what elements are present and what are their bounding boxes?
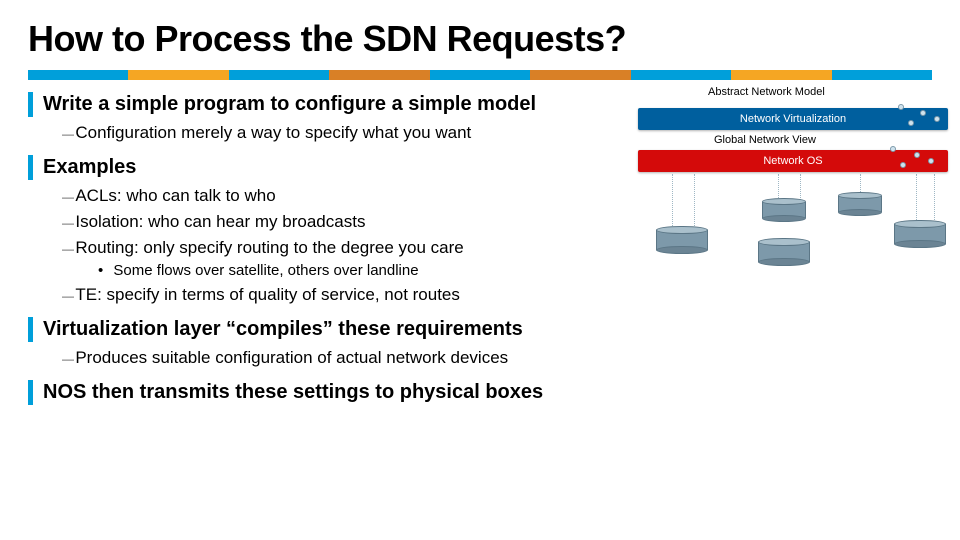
network-os-bar: Network OS bbox=[638, 150, 948, 172]
node-dot bbox=[928, 158, 934, 164]
node-dot bbox=[898, 104, 904, 110]
list-item: ACLs: who can talk to who bbox=[62, 186, 628, 206]
stripe-segment bbox=[229, 70, 329, 80]
section-heading: Examples bbox=[28, 155, 628, 180]
section-heading: Virtualization layer “compiles” these re… bbox=[28, 317, 628, 342]
network-os-label: Network OS bbox=[763, 155, 822, 167]
list-subitem: Some flows over satellite, others over l… bbox=[98, 262, 628, 279]
section-virtualization: Virtualization layer “compiles” these re… bbox=[28, 317, 628, 368]
network-device-icon bbox=[762, 198, 806, 222]
node-dot bbox=[908, 120, 914, 126]
list-item: TE: specify in terms of quality of servi… bbox=[62, 285, 628, 305]
list-item: Produces suitable configuration of actua… bbox=[62, 348, 628, 368]
section-write-program: Write a simple program to configure a si… bbox=[28, 92, 628, 143]
list-item: Configuration merely a way to specify wh… bbox=[62, 123, 628, 143]
node-dot bbox=[920, 110, 926, 116]
section-heading: Write a simple program to configure a si… bbox=[28, 92, 628, 117]
diagram-column: Abstract Network Model Network Virtualiz… bbox=[628, 92, 932, 417]
stripe-segment bbox=[329, 70, 429, 80]
section-nos: NOS then transmits these settings to phy… bbox=[28, 380, 628, 405]
network-device-icon bbox=[656, 226, 708, 254]
stripe-segment bbox=[28, 70, 128, 80]
text-column: Write a simple program to configure a si… bbox=[28, 92, 628, 417]
node-dot bbox=[914, 152, 920, 158]
connector-line bbox=[934, 174, 935, 222]
stripe-segment bbox=[128, 70, 228, 80]
section-heading: NOS then transmits these settings to phy… bbox=[28, 380, 628, 405]
stripe-segment bbox=[832, 70, 932, 80]
accent-stripe bbox=[28, 70, 932, 80]
connector-line bbox=[916, 174, 917, 222]
network-device-icon bbox=[838, 192, 882, 216]
global-view-label: Global Network View bbox=[714, 134, 816, 146]
content-area: Write a simple program to configure a si… bbox=[28, 92, 932, 417]
connector-line bbox=[694, 174, 695, 228]
virtualization-layer-bar: Network Virtualization bbox=[638, 108, 948, 130]
slide: How to Process the SDN Requests? Write a… bbox=[0, 0, 960, 540]
stripe-segment bbox=[631, 70, 731, 80]
network-device-icon bbox=[758, 238, 810, 266]
list-item: Routing: only specify routing to the deg… bbox=[62, 238, 628, 258]
section-examples: Examples ACLs: who can talk to who Isola… bbox=[28, 155, 628, 305]
network-device-icon bbox=[894, 220, 946, 248]
abstract-model-label: Abstract Network Model bbox=[708, 86, 825, 98]
stripe-segment bbox=[530, 70, 630, 80]
stripe-segment bbox=[430, 70, 530, 80]
virtualization-layer-label: Network Virtualization bbox=[740, 113, 846, 125]
node-dot bbox=[890, 146, 896, 152]
connector-line bbox=[672, 174, 673, 228]
page-title: How to Process the SDN Requests? bbox=[28, 18, 932, 60]
list-item: Isolation: who can hear my broadcasts bbox=[62, 212, 628, 232]
node-dot bbox=[900, 162, 906, 168]
stripe-segment bbox=[731, 70, 831, 80]
node-dot bbox=[934, 116, 940, 122]
